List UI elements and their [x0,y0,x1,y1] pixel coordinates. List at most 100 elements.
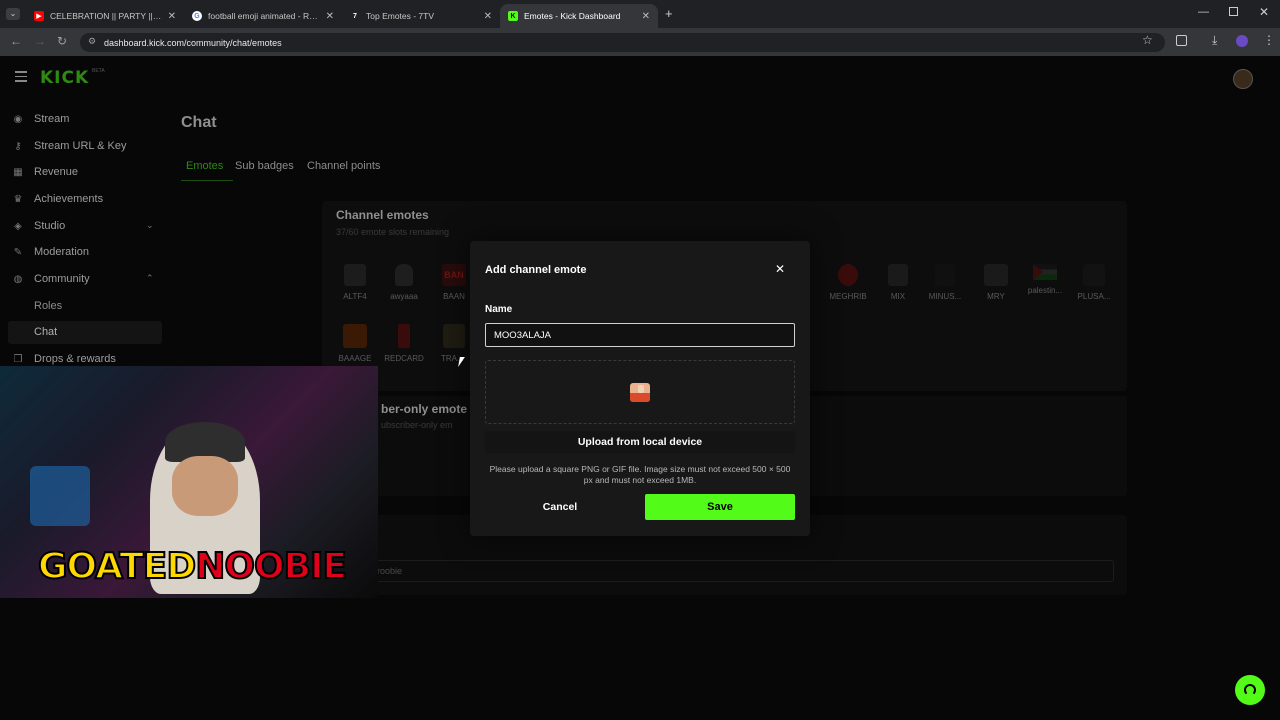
sidebar-item-revenue[interactable]: ▦ Revenue [12,166,78,178]
close-icon[interactable]: ✕ [775,262,785,276]
user-avatar[interactable] [1233,69,1253,89]
browser-tab-active[interactable]: K Emotes - Kick Dashboard ✕ [500,4,658,28]
kick-logo[interactable]: KICK [40,68,89,88]
emote-tile[interactable]: MRY [973,264,1019,301]
new-tab-icon[interactable]: + [665,6,673,21]
search-field[interactable]: roobie [370,560,1114,582]
bookmark-star-icon[interactable]: ☆ [1142,33,1153,47]
community-icon: ◍ [13,273,23,285]
chevron-up-icon: ⌃ [146,273,154,283]
headset-icon [1244,684,1256,696]
sidebar-subitem-chat-bg [8,321,162,344]
goated-noobie-text: GOATEDNOOBIE [37,545,348,588]
red-card-emote [398,324,410,348]
youtube-icon: ▶ [34,11,44,21]
7tv-icon: 7 [353,12,357,20]
emote-image [935,264,955,286]
webcam-screen-glow [30,466,90,526]
extensions-icon[interactable] [1176,35,1187,46]
emote-tile[interactable]: MIX [875,264,921,301]
profile-avatar[interactable] [1236,35,1248,47]
help-chat-button[interactable] [1235,675,1265,705]
trophy-icon: ♛ [13,193,23,205]
add-emote-dialog: Add channel emote ✕ Name MOO3ALAJA Uploa… [470,241,810,536]
sidebar-item-achievements[interactable]: ♛ Achievements [12,193,104,205]
sidebar-item-community[interactable]: ◍ Community ⌃ [12,273,162,285]
emote-tile[interactable]: BAAAGE [332,324,378,363]
emote-image [443,324,465,348]
emote-image [344,264,366,286]
sidebar-item-stream[interactable]: ◉ Stream [12,113,70,125]
reload-icon[interactable]: ↻ [57,34,67,48]
close-tab-icon[interactable]: ✕ [484,11,492,22]
studio-icon: ◈ [14,220,22,232]
emote-tile[interactable]: palestin... [1022,264,1068,295]
key-icon: ⚷ [14,140,22,152]
minimize-icon[interactable]: — [1198,6,1209,18]
url-input[interactable]: ⚙ dashboard.kick.com/community/chat/emot… [80,33,1165,52]
sidebar-item-moderation[interactable]: ✎ Moderation [12,246,89,258]
emote-tile[interactable]: MINUS... [922,264,968,301]
tab-underline [181,180,233,181]
dialog-title: Add channel emote [485,264,587,276]
browser-tab[interactable]: 7 Top Emotes - 7TV ✕ [342,4,500,28]
site-info-icon[interactable]: ⚙ [88,36,96,47]
beta-badge: BETA [92,68,105,74]
upload-hint: Please upload a square PNG or GIF file. … [489,464,791,485]
tab-channel-points[interactable]: Channel points [307,160,380,172]
browser-menu-icon[interactable]: ⋮ [1263,33,1275,47]
gift-icon: ❒ [13,353,23,365]
sidebar-item-stream-url-key[interactable]: ⚷ Stream URL & Key [12,140,126,152]
emote-image [838,264,858,286]
upload-dropzone[interactable] [485,360,795,424]
revenue-icon: ▦ [13,166,23,178]
emote-preview-image [630,383,650,402]
subscriber-emotes-title: ber-only emote [381,402,468,416]
name-input[interactable]: MOO3ALAJA [485,323,795,347]
channel-emotes-title: Channel emotes [336,208,429,222]
tab-sub-badges[interactable]: Sub badges [235,160,294,172]
emote-image [1083,264,1105,286]
slots-remaining: 37/60 emote slots remaining [336,227,450,237]
emote-image [343,324,367,348]
tab-emotes[interactable]: Emotes [186,160,223,172]
close-window-icon[interactable]: ✕ [1259,5,1269,19]
emote-image [888,264,908,286]
kick-icon: K [508,11,518,21]
browser-tab[interactable]: G football emoji animated - Rech ✕ [184,4,342,28]
close-tab-icon[interactable]: ✕ [168,11,176,22]
emote-image [984,264,1008,286]
emote-tile[interactable]: PLUSA... [1071,264,1117,301]
emote-tile[interactable]: REDCARD [381,324,427,363]
sidebar-item-studio[interactable]: ◈ Studio ⌄ [12,220,162,232]
download-icon[interactable]: ⤓ [1212,33,1217,48]
cancel-button[interactable]: Cancel [485,494,635,520]
browser-tab-bar: ⌄ ▶ CELEBRATION || PARTY || CHRO ✕ G foo… [0,0,1280,28]
sidebar-subitem-chat[interactable]: Chat [34,326,57,338]
sidebar-item-drops[interactable]: ❒ Drops & rewards [12,353,116,365]
emote-tile[interactable]: MEGHRIB [825,264,871,301]
sidebar-subitem-roles[interactable]: Roles [34,300,62,312]
close-tab-icon[interactable]: ✕ [642,11,650,22]
emote-image: BAN [442,264,466,286]
back-icon[interactable]: ← [10,34,22,48]
emote-tile[interactable]: awyaaa [381,264,427,301]
webcam-face [172,456,238,516]
webcam-overlay: GOATEDNOOBIE [0,366,378,598]
google-icon: G [192,11,202,21]
restore-icon[interactable] [1229,7,1238,16]
close-tab-icon[interactable]: ✕ [326,11,334,22]
browser-tab[interactable]: ▶ CELEBRATION || PARTY || CHRO ✕ [26,4,184,28]
hamburger-menu-icon[interactable] [15,71,27,82]
upload-local-button[interactable]: Upload from local device [485,431,795,453]
forward-icon[interactable]: → [34,34,46,48]
emote-tile[interactable]: ALTF4 [332,264,378,301]
wrench-icon: ✎ [13,246,23,258]
name-label: Name [485,304,513,315]
subscriber-emotes-desc: ubscriber-only em [381,420,453,430]
tab-search-icon[interactable]: ⌄ [6,8,20,20]
chevron-down-icon: ⌄ [146,220,154,230]
save-button[interactable]: Save [645,494,795,520]
stream-icon: ◉ [13,113,23,125]
palestine-flag-emote [1033,264,1057,280]
